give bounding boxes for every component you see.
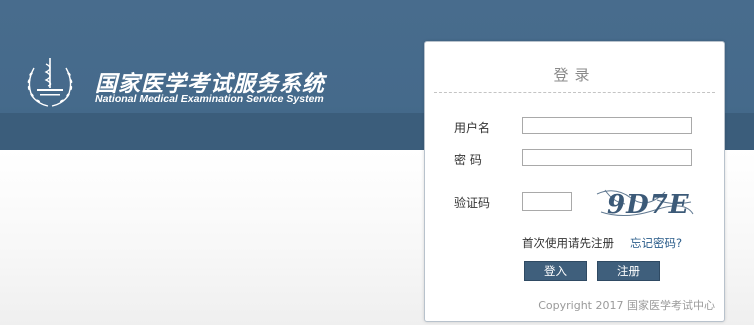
login-divider xyxy=(434,92,715,93)
captcha-image[interactable]: 9D7E xyxy=(595,184,695,222)
copyright-text: Copyright 2017 国家医学考试中心 xyxy=(538,299,715,312)
password-input[interactable] xyxy=(522,149,692,166)
login-title: 登录 xyxy=(553,66,596,84)
captcha-label: 验证码 xyxy=(454,196,491,210)
register-button[interactable]: 注册 xyxy=(597,261,660,281)
captcha-input[interactable] xyxy=(522,192,572,211)
first-time-register-hint: 首次使用请先注册 xyxy=(522,236,614,250)
captcha-text: 9D7E xyxy=(607,190,690,220)
forgot-password-link[interactable]: 忘记密码? xyxy=(630,235,682,251)
password-label: 密 码 xyxy=(454,153,482,167)
site-subtitle: National Medical Examination Service Sys… xyxy=(95,93,324,105)
login-panel: 登录 用户名 密 码 验证码 9D7E 首次使用请先注册 忘记密码? 登入 注册… xyxy=(424,41,725,322)
caduceus-wreath-logo-icon xyxy=(27,58,73,107)
username-label: 用户名 xyxy=(454,121,491,135)
username-input[interactable] xyxy=(522,117,692,134)
login-button[interactable]: 登入 xyxy=(524,261,587,281)
